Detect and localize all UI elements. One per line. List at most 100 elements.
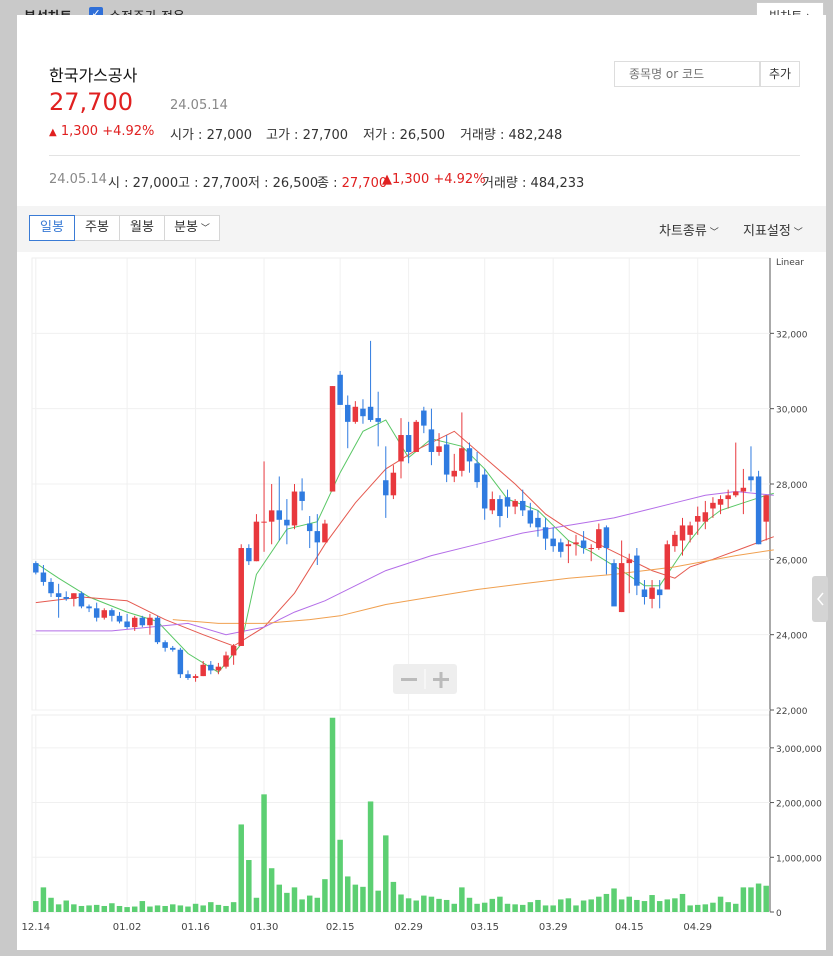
candle[interactable] xyxy=(436,446,442,452)
candle[interactable] xyxy=(329,386,336,492)
candle[interactable] xyxy=(763,495,769,522)
candle[interactable] xyxy=(428,429,435,452)
volume-bar[interactable] xyxy=(459,887,465,912)
volume-bar[interactable] xyxy=(246,860,252,912)
candle[interactable] xyxy=(337,374,343,405)
volume-bar[interactable] xyxy=(375,890,381,912)
candle[interactable] xyxy=(322,523,328,543)
candle[interactable] xyxy=(40,572,47,582)
candle[interactable] xyxy=(291,491,298,526)
candle[interactable] xyxy=(725,495,731,500)
candle[interactable] xyxy=(185,674,191,678)
volume-bar[interactable] xyxy=(641,901,648,912)
volume-bar[interactable] xyxy=(124,907,130,912)
candle[interactable] xyxy=(694,516,701,522)
candle[interactable] xyxy=(687,525,693,535)
volume-bar[interactable] xyxy=(596,896,602,912)
volume-bar[interactable] xyxy=(504,903,511,912)
candle[interactable] xyxy=(405,435,412,452)
candle[interactable] xyxy=(740,487,747,492)
volume-bar[interactable] xyxy=(481,902,488,912)
candle[interactable] xyxy=(748,476,754,481)
volume-bar[interactable] xyxy=(33,901,39,912)
candle[interactable] xyxy=(474,463,480,483)
candle[interactable] xyxy=(86,606,92,609)
candle[interactable] xyxy=(558,542,564,552)
volume-bar[interactable] xyxy=(299,899,305,912)
volume-bar[interactable] xyxy=(649,895,655,912)
volume-bar[interactable] xyxy=(116,905,123,912)
candle[interactable] xyxy=(535,517,541,528)
volume-bar[interactable] xyxy=(405,898,412,912)
volume-bar[interactable] xyxy=(748,887,754,912)
candle[interactable] xyxy=(78,593,85,607)
volume-bar[interactable] xyxy=(223,905,229,912)
candle[interactable] xyxy=(71,593,77,599)
volume-bar[interactable] xyxy=(702,904,709,912)
candle[interactable] xyxy=(550,538,556,547)
candle[interactable] xyxy=(390,472,397,496)
volume-bar[interactable] xyxy=(527,902,534,912)
candle[interactable] xyxy=(413,421,419,452)
volume-bar[interactable] xyxy=(618,899,625,912)
candle[interactable] xyxy=(497,499,503,517)
price-chart[interactable]: 12.14 01.02 01.16 01.30 02.15 02.29 03.15 03.29… xyxy=(0,0,833,956)
candle[interactable] xyxy=(192,676,199,678)
volume-bar[interactable] xyxy=(109,903,115,912)
candle[interactable] xyxy=(717,499,724,505)
candle[interactable] xyxy=(154,617,161,643)
candle[interactable] xyxy=(124,621,130,628)
candle[interactable] xyxy=(139,617,146,626)
candle[interactable] xyxy=(223,655,229,667)
candle[interactable] xyxy=(208,664,214,671)
volume-bar[interactable] xyxy=(451,903,457,912)
candle[interactable] xyxy=(466,448,473,462)
candle[interactable] xyxy=(443,444,450,475)
candle[interactable] xyxy=(542,527,549,539)
volume-bar[interactable] xyxy=(291,887,298,912)
candle[interactable] xyxy=(33,563,39,573)
volume-bar[interactable] xyxy=(162,905,168,912)
candle[interactable] xyxy=(268,510,275,522)
volume-bar[interactable] xyxy=(694,904,701,912)
volume-bar[interactable] xyxy=(474,903,480,912)
volume-bar[interactable] xyxy=(367,801,374,912)
volume-bar[interactable] xyxy=(656,901,663,912)
volume-bar[interactable] xyxy=(306,895,313,912)
volume-bar[interactable] xyxy=(398,894,404,912)
volume-bar[interactable] xyxy=(131,906,138,912)
candle[interactable] xyxy=(147,617,153,626)
volume-bar[interactable] xyxy=(200,905,206,912)
volume-bar[interactable] xyxy=(383,835,389,912)
volume-bar[interactable] xyxy=(71,904,77,912)
candle[interactable] xyxy=(626,559,632,564)
volume-bar[interactable] xyxy=(664,899,671,912)
candle[interactable] xyxy=(702,512,709,522)
volume-bar[interactable] xyxy=(519,904,526,912)
volume-bar[interactable] xyxy=(679,893,686,912)
candle[interactable] xyxy=(177,649,184,675)
candle[interactable] xyxy=(314,531,321,543)
candle[interactable] xyxy=(93,608,100,618)
candle[interactable] xyxy=(656,589,663,596)
zoom-out-icon[interactable] xyxy=(401,678,417,681)
candle[interactable] xyxy=(261,521,267,523)
volume-bar[interactable] xyxy=(497,896,503,912)
candle[interactable] xyxy=(299,491,305,501)
candle[interactable] xyxy=(200,664,206,677)
volume-bar[interactable] xyxy=(421,895,427,912)
volume-bar[interactable] xyxy=(329,717,336,912)
candle[interactable] xyxy=(170,647,176,650)
volume-bar[interactable] xyxy=(573,905,579,912)
volume-bar[interactable] xyxy=(177,905,184,912)
candle[interactable] xyxy=(573,542,579,545)
candle[interactable] xyxy=(672,534,678,547)
volume-bar[interactable] xyxy=(755,883,762,912)
candle[interactable] xyxy=(641,589,648,597)
volume-bar[interactable] xyxy=(512,904,518,912)
volume-bar[interactable] xyxy=(360,886,366,912)
volume-bar[interactable] xyxy=(208,902,214,912)
volume-bar[interactable] xyxy=(626,896,632,912)
candle[interactable] xyxy=(116,615,123,622)
volume-bar[interactable] xyxy=(185,906,191,912)
